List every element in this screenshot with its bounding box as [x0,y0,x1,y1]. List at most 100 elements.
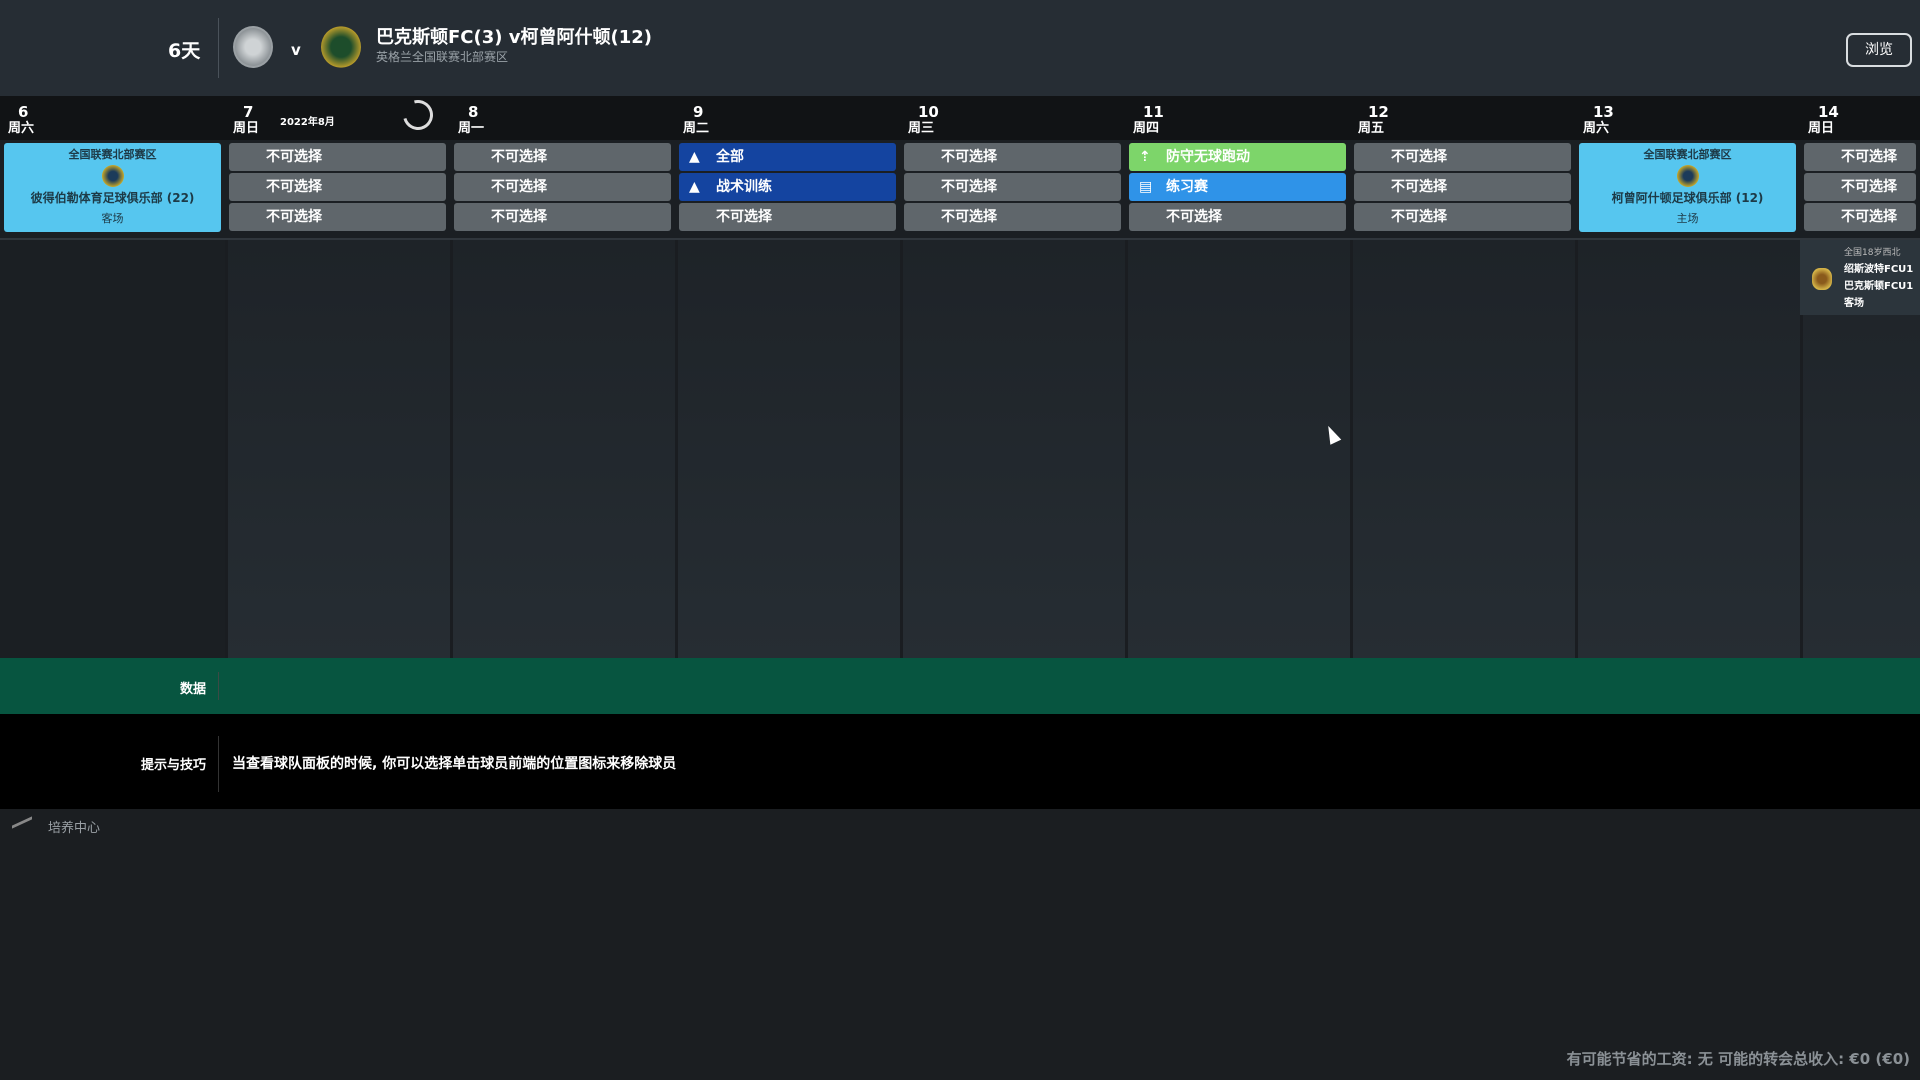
day-header-9: 9 周二 [675,96,900,140]
day-header-10: 10 周三 [900,96,1125,140]
slot-label: 不可选择 [1841,209,1897,225]
training-slot-unavailable: 不可选择 [454,173,671,201]
opponent-crest-icon [1676,165,1699,187]
data-label: 数据 [179,682,206,697]
away-club-crest-icon [321,26,361,68]
clipboard-icon: ▤ [1139,179,1153,195]
slot-label: 不可选择 [716,209,772,225]
training-slot-unavailable: 不可选择 [1354,173,1571,201]
match-opponent: 彼得伯勒体育足球俱乐部 (22) [30,191,195,205]
side-fixture-venue: 客场 [1844,298,1864,309]
slot-label: 不可选择 [266,179,322,195]
match-card[interactable]: 全国联赛北部赛区彼得伯勒体育足球俱乐部 (22) 客场 [4,143,221,232]
club-crest-icon [1812,268,1832,290]
weekday: 周日 [233,121,260,136]
training-slot-unavailable: 不可选择 [1354,203,1571,231]
training-slot-unavailable: 不可选择 [229,203,446,231]
match-competition: 全国联赛北部赛区 [68,148,157,161]
match-venue: 主场 [1676,212,1699,225]
day-header-8: 8 周一 [450,96,675,140]
slot-label: 不可选择 [1391,209,1447,225]
day-column [1350,240,1575,658]
development-centre-panel: 培养中心 [0,809,1920,1080]
slot-label: 不可选择 [491,179,547,195]
finance-summary: 有可能节省的工资: 无 可能的转会总收入: €0 (€0) [1566,1050,1910,1068]
slot-label: 全部 [716,149,744,165]
divider [218,736,219,792]
trend-icon [12,816,32,836]
day-column [675,240,900,658]
training-slot-friendly[interactable]: ▤ 练习赛 [1129,173,1346,201]
day-column [225,240,450,658]
days-until-match: 6天 [168,40,201,62]
versus-label: v [291,41,301,59]
slot-label: 不可选择 [266,209,322,225]
day-column [1125,240,1350,658]
side-fixture-home: 绍斯波特FCU1 [1844,264,1914,275]
day-column [900,240,1125,658]
match-header: 6天 v 巴克斯顿FC(3) v柯曾阿什顿(12) 英格兰全国联赛北部赛区 浏览 [0,0,1920,96]
training-slot-unavailable: 不可选择 [1804,173,1916,201]
training-slot-unavailable: 不可选择 [1804,143,1916,171]
slot-label: 练习赛 [1166,179,1208,195]
day-header-14: 14 周日 [1800,96,1920,140]
weekday: 周五 [1358,121,1385,136]
day-header-6: 6 周六 [0,96,225,140]
slot-label: 不可选择 [1841,179,1897,195]
cone-icon: ▲ [689,179,700,195]
side-fixture-away: 巴克斯顿FCU1 [1844,281,1914,292]
training-slot-unavailable: 不可选择 [1804,203,1916,231]
slot-label: 不可选择 [941,209,997,225]
training-slot-unavailable: 不可选择 [229,173,446,201]
data-bar: 数据 [0,658,1920,714]
slot-label: 不可选择 [1391,149,1447,165]
slot-label: 不可选择 [1841,149,1897,165]
training-slot-unavailable: 不可选择 [454,143,671,171]
day-header-12: 12 周五 [1350,96,1575,140]
slot-label: 防守无球跑动 [1166,149,1250,165]
tips-label: 提示与技巧 [140,758,206,773]
day-column [1575,240,1800,658]
tips-text: 当查看球队面板的时候, 你可以选择单击球员前端的位置图标来移除球员 [232,756,677,772]
side-fixture-competition: 全国18岁西北 [1844,248,1901,258]
competition-name: 英格兰全国联赛北部赛区 [376,50,509,64]
slot-label: 战术训练 [716,179,772,195]
slot-label: 不可选择 [266,149,322,165]
training-slot-unavailable: 不可选择 [229,143,446,171]
cone-icon: ▲ [689,149,700,165]
slot-label: 不可选择 [941,149,997,165]
match-card[interactable]: 全国联赛北部赛区柯曾阿什顿足球俱乐部 (12) 主场 [1579,143,1796,232]
day-header-11: 11 周四 [1125,96,1350,140]
side-fixture-card[interactable]: 全国18岁西北 绍斯波特FCU1 巴克斯顿FCU1 客场 [1800,240,1920,315]
training-slot-training[interactable]: ▲ 全部 [679,143,896,171]
training-slot-unavailable: 不可选择 [1354,143,1571,171]
match-opponent: 柯曾阿什顿足球俱乐部 (12) [1611,191,1764,205]
opponent-crest-icon [101,165,124,187]
training-slot-unavailable: 不可选择 [679,203,896,231]
training-slot-training[interactable]: ▲ 战术训练 [679,173,896,201]
browse-button[interactable]: 浏览 [1846,33,1912,67]
training-slot-unavailable: 不可选择 [904,203,1121,231]
weekday: 周三 [908,121,935,136]
weekday: 周六 [8,121,35,136]
training-slot-unavailable: 不可选择 [1129,203,1346,231]
home-club-crest-icon [233,26,273,68]
match-venue: 客场 [101,212,124,225]
calendar-grid: 全国联赛北部赛区 彼得伯勒体育足球俱乐部 (22) 客场 不可选择 不可选择 不可选择 不可… [0,140,1920,658]
weekday: 周六 [1583,121,1610,136]
divider [218,18,219,78]
match-competition: 全国联赛北部赛区 [1643,148,1732,161]
development-centre-label[interactable]: 培养中心 [48,817,100,836]
weekday: 周四 [1133,121,1160,136]
slot-label: 不可选择 [1391,179,1447,195]
weekday: 周一 [458,121,485,136]
movement-icon: ⇡ [1139,149,1151,165]
training-slot-unavailable: 不可选择 [904,143,1121,171]
day-column [450,240,675,658]
tips-panel: 提示与技巧 当查看球队面板的时候, 你可以选择单击球员前端的位置图标来移除球员 [0,714,1920,809]
month-label: 2022年8月 [280,117,335,128]
slot-label: 不可选择 [941,179,997,195]
training-slot-movement[interactable]: ⇡ 防守无球跑动 [1129,143,1346,171]
match-title[interactable]: 巴克斯顿FC(3) v柯曾阿什顿(12) [376,23,652,49]
weekday: 周日 [1808,121,1835,136]
